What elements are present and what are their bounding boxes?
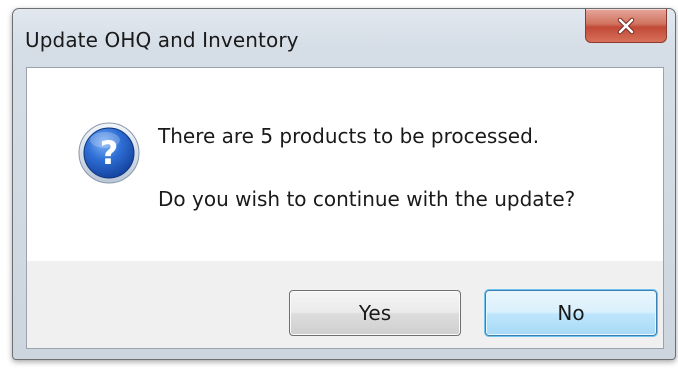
yes-button[interactable]: Yes bbox=[289, 290, 461, 336]
close-button[interactable] bbox=[585, 9, 667, 43]
message-line-1: There are 5 products to be processed. bbox=[158, 124, 540, 148]
message-line-2: Do you wish to continue with the update? bbox=[158, 187, 576, 211]
close-icon bbox=[617, 17, 635, 34]
dialog-content: ? There are 5 products to be processed. … bbox=[26, 67, 664, 349]
yes-button-label: Yes bbox=[358, 301, 392, 325]
question-glyph: ? bbox=[100, 134, 119, 172]
no-button-label: No bbox=[557, 301, 585, 325]
message-area: ? There are 5 products to be processed. … bbox=[27, 68, 663, 261]
question-icon: ? bbox=[78, 122, 140, 184]
window-title: Update OHQ and Inventory bbox=[25, 28, 299, 52]
title-bar[interactable]: Update OHQ and Inventory bbox=[13, 9, 675, 67]
dialog-window: Update OHQ and Inventory ? There are 5 p… bbox=[12, 8, 676, 360]
no-button[interactable]: No bbox=[485, 290, 657, 336]
button-bar: Yes No bbox=[27, 261, 663, 348]
